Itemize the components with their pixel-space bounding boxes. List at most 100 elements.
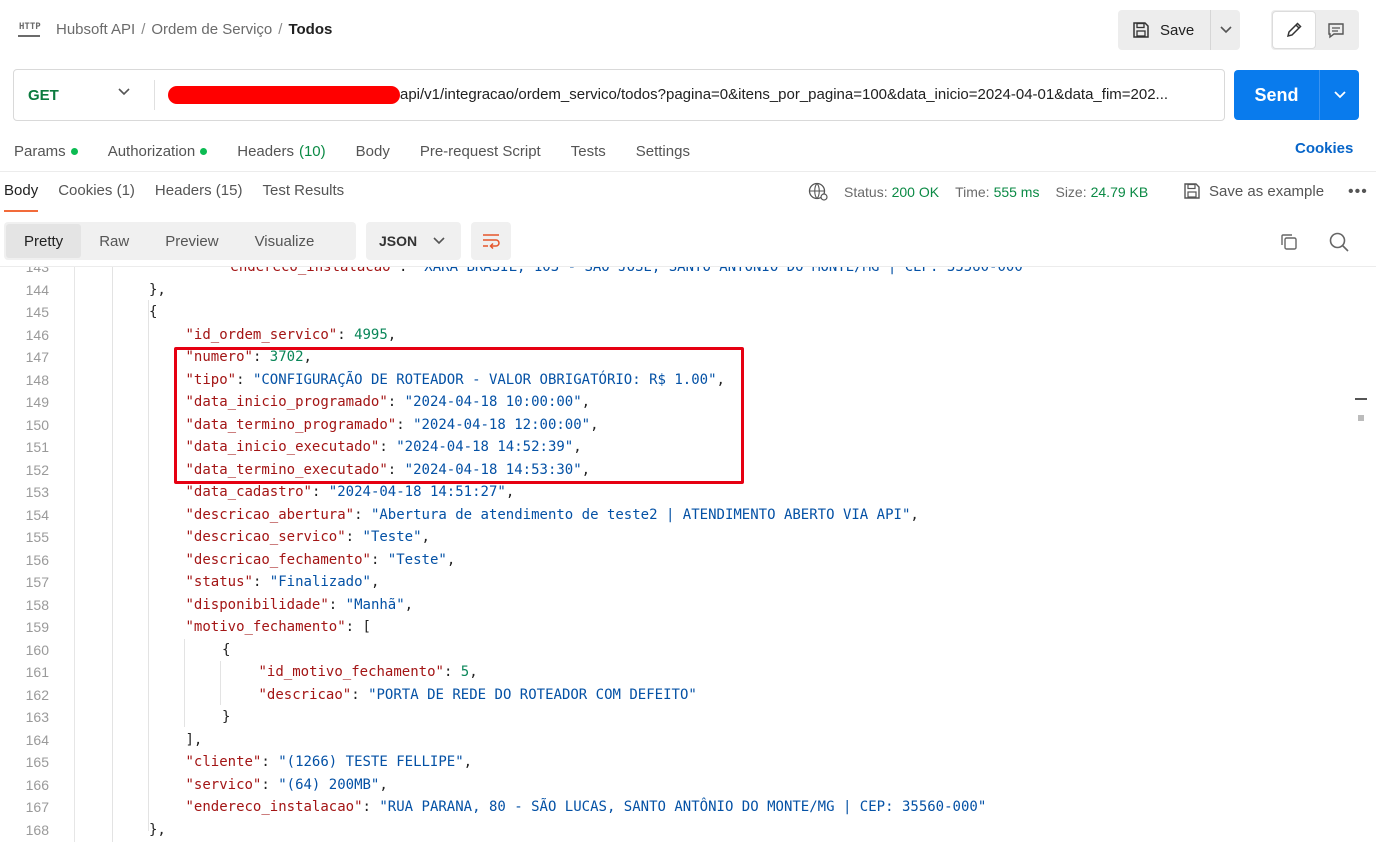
code-content: }, [149,819,166,842]
json-key: "cliente" [185,754,262,770]
code-content: "id_ordem_servico": 4995, [186,324,397,347]
code-line: 159 "motivo_fechamento": [ [0,616,1354,639]
view-raw[interactable]: Raw [81,224,147,258]
size-label: Size: [1055,184,1087,200]
tab-headers[interactable]: Headers (10) [237,140,325,162]
tab-response-body[interactable]: Body [4,182,39,212]
send-button[interactable]: Send [1234,70,1319,120]
code-content: "descricao": "PORTA DE REDE DO ROTEADOR … [259,684,697,707]
tab-response-body-label: Body [4,182,39,199]
url-divider [154,80,155,110]
tab-test-results[interactable]: Test Results [262,182,344,212]
json-punctuation: ], [185,731,203,748]
wrap-lines-icon [483,234,500,249]
json-punctuation: : [351,686,369,703]
code-content: "servico": "(64) 200MB", [186,774,388,797]
line-number: 160 [25,641,49,658]
json-key: "endereco_instalacao" [185,799,363,815]
line-number: 165 [25,754,49,770]
tab-params[interactable]: Params [14,140,78,162]
code-line: 168}, [0,819,1354,842]
save-as-example-button[interactable]: Save as example [1183,182,1324,200]
redacted-host [168,86,400,104]
code-content: { [222,639,230,662]
json-punctuation: , [421,529,430,545]
tab-tests[interactable]: Tests [571,140,606,162]
code-content: "descricao_servico": "Teste", [186,526,430,549]
view-visualize[interactable]: Visualize [237,224,333,258]
save-label: Save [1160,21,1195,39]
params-active-dot [70,147,78,155]
scrollbar-marker[interactable] [1355,398,1367,400]
json-string: "Abertura de atendimento de teste2 | ATE… [370,506,911,523]
code-line: 156 "descricao_fechamento": "Teste", [0,549,1354,572]
send-options-button[interactable] [1319,70,1359,120]
json-punctuation: , [379,776,388,793]
search-icon[interactable] [1328,231,1350,256]
method-select[interactable]: GET [14,70,154,120]
code-content: "disponibilidade": "Manhã", [186,594,414,617]
more-options-icon[interactable]: ••• [1348,183,1368,201]
globe-icon[interactable] [808,182,830,202]
cookies-link[interactable]: Cookies [1295,140,1353,157]
json-punctuation: : [328,596,346,613]
json-string: "Manhã" [345,596,405,613]
code-line: 143 "endereco_instalacao": "XARA BRASIL, … [0,267,1354,279]
chevron-down-icon [1219,26,1232,34]
send-button-group: Send [1234,70,1359,120]
format-select[interactable]: JSON [366,222,461,260]
save-as-example-label: Save as example [1209,182,1325,200]
json-key: "id_motivo_fechamento" [258,664,444,680]
auth-active-dot [200,147,208,155]
json-key: "descricao_abertura" [185,506,355,523]
comments-button[interactable] [1315,12,1357,48]
divider [0,171,1376,172]
tab-response-cookies[interactable]: Cookies (1) [58,182,135,212]
url-input[interactable]: api/v1/integracao/ordem_servico/todos?pa… [400,86,1218,103]
code-line: 157 "status": "Finalizado", [0,571,1354,594]
wrap-lines-button[interactable] [471,222,511,260]
tab-body[interactable]: Body [356,140,390,162]
line-number: 151 [25,439,49,455]
json-key: "endereco_instalacao" [222,267,400,275]
chevron-down-icon [433,237,445,245]
edit-mode-button[interactable] [1273,12,1315,48]
size-value: 24.79 KB [1090,184,1149,200]
line-number: 167 [25,799,49,815]
breadcrumb-workspace[interactable]: Hubsoft API [56,21,135,38]
tab-prerequest-script[interactable]: Pre-request Script [420,140,541,162]
save-button[interactable]: Save [1118,10,1210,50]
comment-icon [1328,23,1344,39]
breadcrumb-current[interactable]: Todos [288,21,332,38]
save-options-button[interactable] [1210,10,1240,50]
line-number: 152 [25,461,49,478]
code-line: 161 "id_motivo_fechamento": 5, [0,661,1354,684]
json-string: "XARA BRASIL, 103 - SAO JOSE, SANTO ANTO… [415,267,1032,275]
tab-settings[interactable]: Settings [636,140,690,162]
code-line: 160 { [0,639,1354,662]
status-label: Status: [844,184,888,200]
line-number: 149 [25,394,49,410]
tab-response-headers[interactable]: Headers (15) [155,182,243,212]
format-label: JSON [379,233,418,249]
line-number: 146 [25,326,49,343]
view-pretty[interactable]: Pretty [6,224,82,258]
json-number: 4995 [354,326,388,343]
json-key: "id_ordem_servico" [185,326,338,343]
json-key: "motivo_fechamento" [185,619,346,635]
line-number: 163 [25,709,49,725]
view-mode-group [1271,10,1359,50]
json-number: 5 [460,664,470,680]
time-value: 555 ms [993,184,1040,200]
copy-icon[interactable] [1279,232,1299,255]
breadcrumb-folder[interactable]: Ordem de Serviço [151,21,272,38]
tab-authorization[interactable]: Authorization [108,140,208,162]
save-button-group: Save [1118,10,1240,50]
json-punctuation: : [345,529,363,545]
pencil-icon [1286,22,1302,38]
line-number: 159 [25,619,49,635]
line-number: 144 [25,281,49,298]
code-line: 158 "disponibilidade": "Manhã", [0,594,1354,617]
json-punctuation: : [354,506,371,523]
view-preview[interactable]: Preview [147,224,236,258]
